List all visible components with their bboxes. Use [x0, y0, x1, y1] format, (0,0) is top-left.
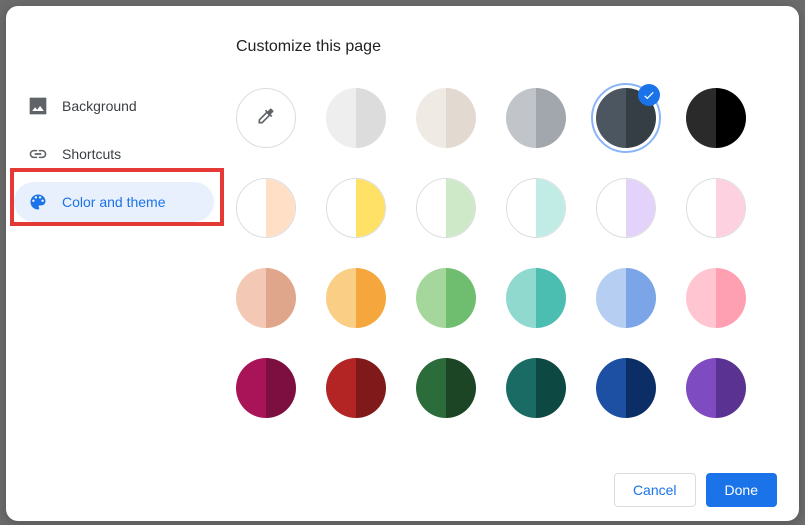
- color-swatch[interactable]: [686, 358, 746, 418]
- background-icon: [28, 96, 48, 116]
- color-swatch[interactable]: [506, 178, 566, 238]
- color-swatch[interactable]: [596, 178, 656, 238]
- nav-label: Shortcuts: [62, 146, 121, 162]
- color-swatch[interactable]: [326, 88, 386, 148]
- dialog-title: Customize this page: [236, 38, 381, 56]
- nav-color-theme[interactable]: Color and theme: [14, 182, 214, 222]
- nav-label: Background: [62, 98, 137, 114]
- color-swatch[interactable]: [416, 178, 476, 238]
- color-swatch-selected[interactable]: [596, 88, 656, 148]
- color-swatch[interactable]: [686, 88, 746, 148]
- color-swatch[interactable]: [686, 178, 746, 238]
- done-button[interactable]: Done: [706, 473, 777, 507]
- swatch-row: [236, 178, 779, 238]
- color-picker-swatch[interactable]: [236, 88, 296, 148]
- color-swatch[interactable]: [326, 268, 386, 328]
- color-swatch[interactable]: [506, 88, 566, 148]
- link-icon: [28, 144, 48, 164]
- color-swatch[interactable]: [236, 268, 296, 328]
- color-swatch[interactable]: [236, 178, 296, 238]
- swatch-row: [236, 358, 779, 418]
- swatch-row: [236, 88, 779, 148]
- color-swatch[interactable]: [506, 268, 566, 328]
- color-swatch[interactable]: [596, 268, 656, 328]
- color-swatch[interactable]: [416, 88, 476, 148]
- dialog-footer: Cancel Done: [614, 473, 777, 507]
- nav-label: Color and theme: [62, 194, 166, 210]
- color-swatch[interactable]: [686, 268, 746, 328]
- eyedropper-icon: [256, 106, 276, 131]
- swatch-grid: [236, 88, 779, 448]
- customize-dialog: Customize this page Background Shortcuts…: [6, 6, 799, 521]
- palette-icon: [28, 192, 48, 212]
- color-swatch[interactable]: [416, 268, 476, 328]
- color-swatch[interactable]: [596, 358, 656, 418]
- sidebar: Background Shortcuts Color and theme: [14, 86, 214, 230]
- checkmark-icon: [638, 84, 660, 106]
- color-swatch[interactable]: [326, 358, 386, 418]
- nav-shortcuts[interactable]: Shortcuts: [14, 134, 214, 174]
- swatch-row: [236, 268, 779, 328]
- color-swatch[interactable]: [326, 178, 386, 238]
- color-swatch[interactable]: [416, 358, 476, 418]
- color-swatch[interactable]: [506, 358, 566, 418]
- color-swatch[interactable]: [236, 358, 296, 418]
- nav-background[interactable]: Background: [14, 86, 214, 126]
- cancel-button[interactable]: Cancel: [614, 473, 696, 507]
